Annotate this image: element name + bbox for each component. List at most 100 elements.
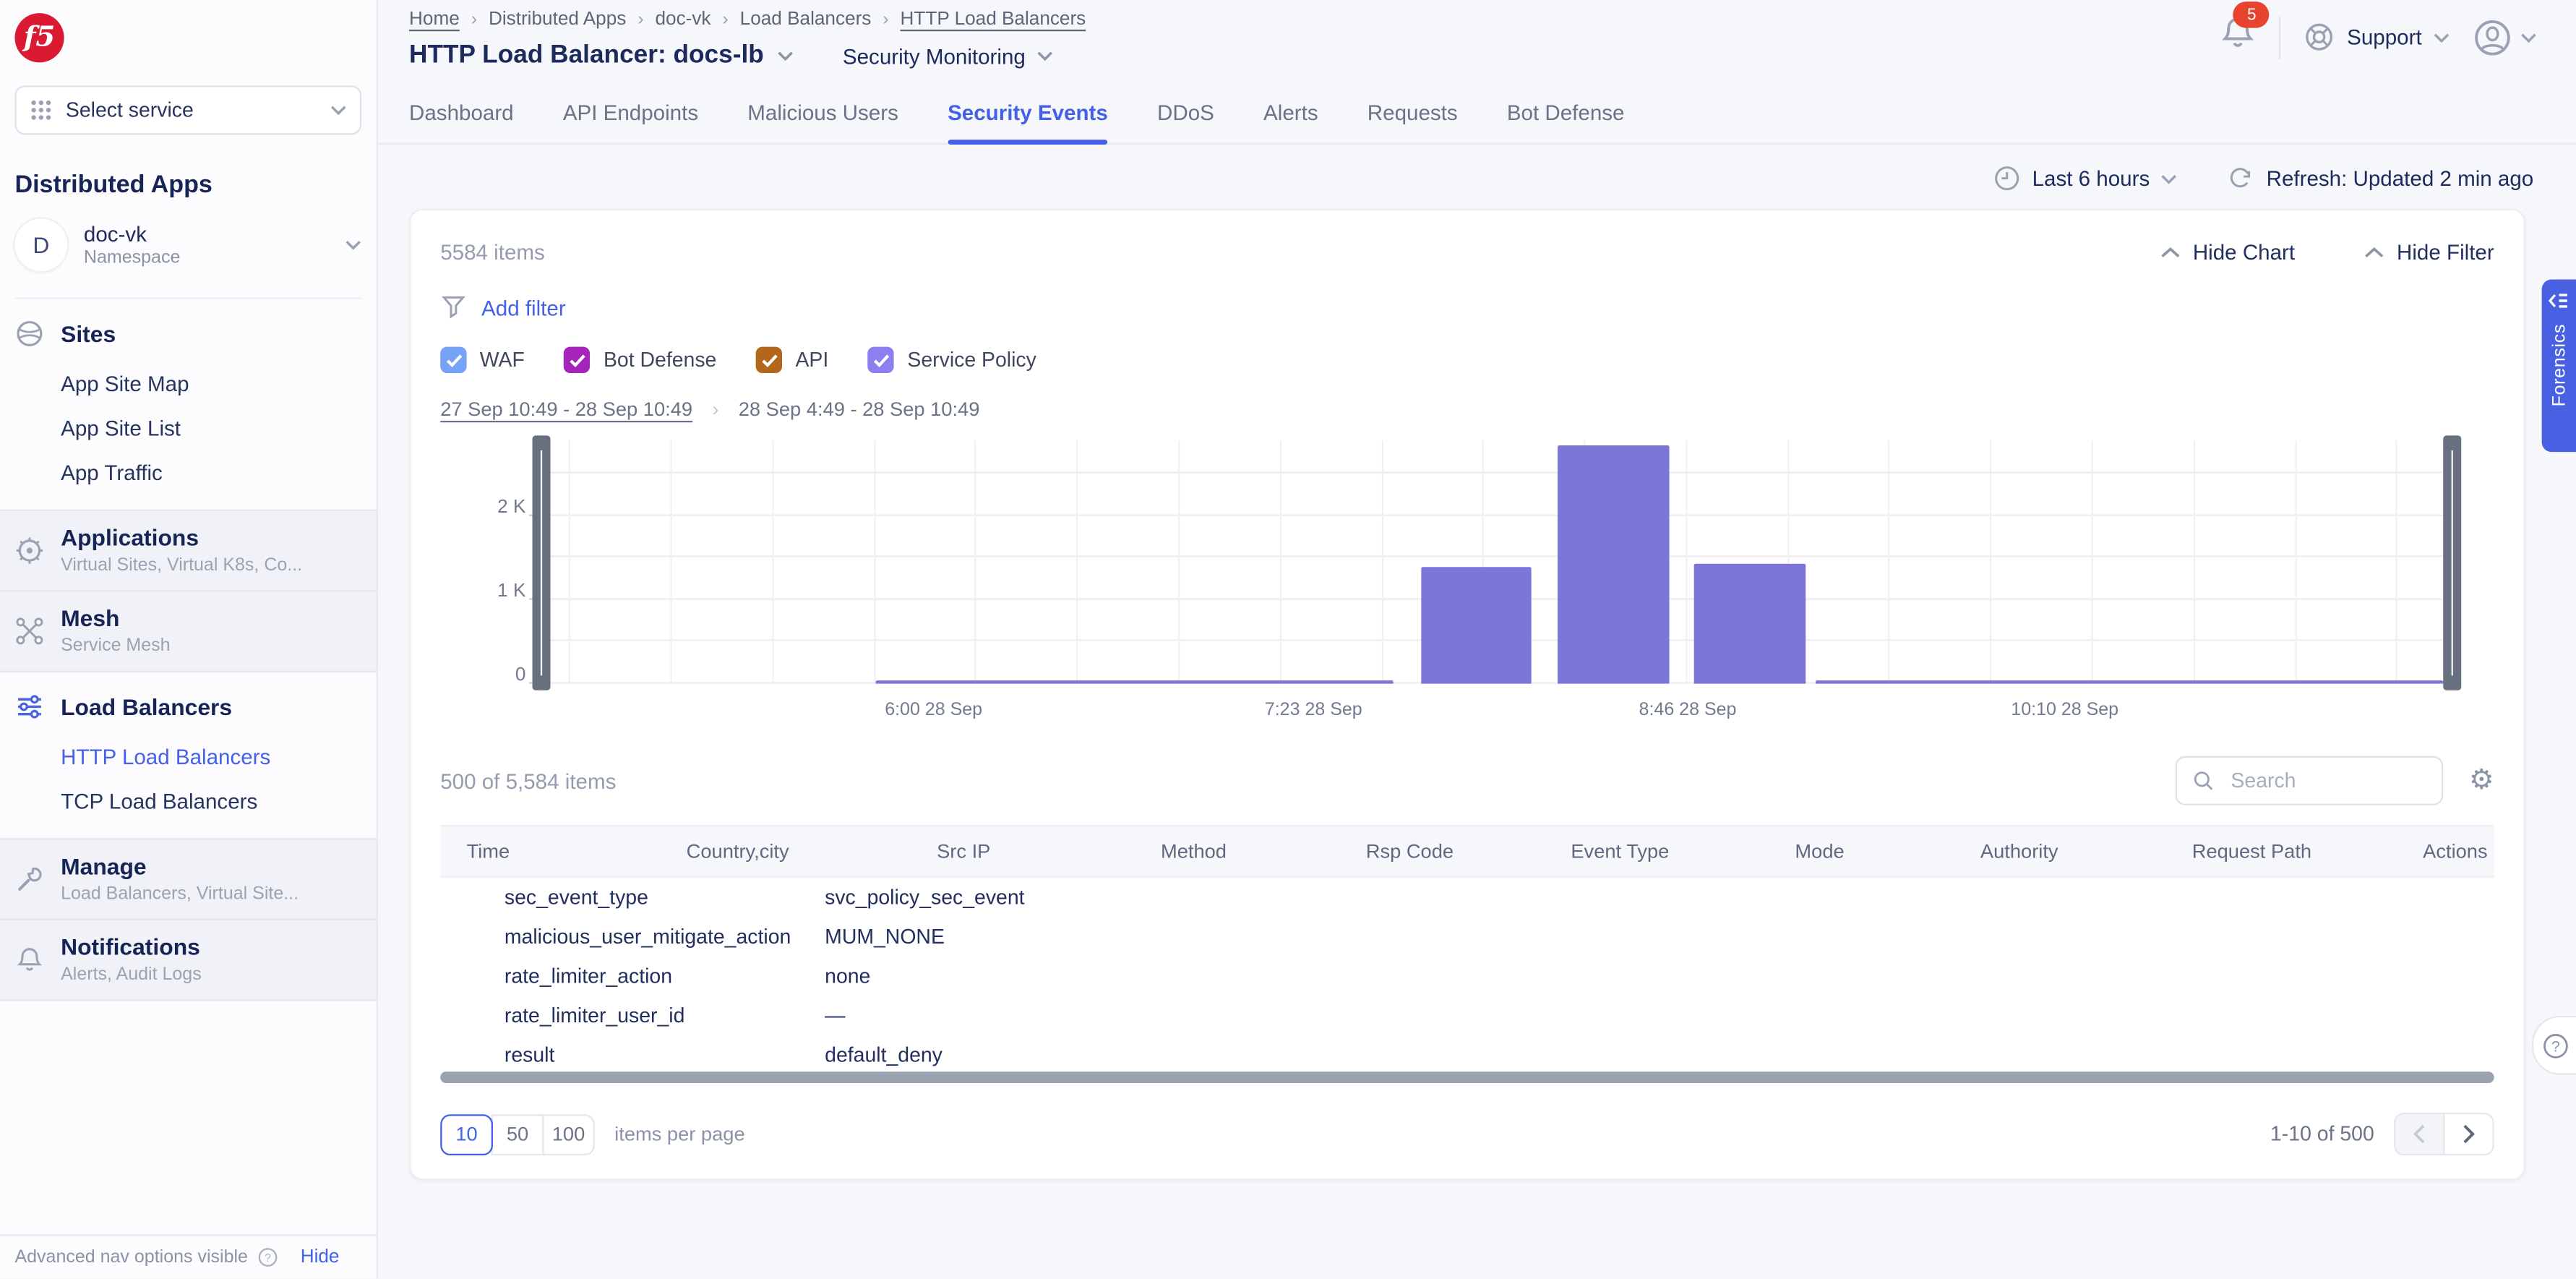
breadcrumb-separator: › — [471, 10, 477, 30]
breadcrumb-item[interactable]: HTTP Load Balancers — [901, 10, 1086, 30]
hide-advanced-nav-link[interactable]: Hide — [301, 1247, 340, 1267]
column-header-method[interactable]: Method — [1083, 840, 1305, 863]
table-search — [2175, 756, 2443, 805]
next-page-button[interactable] — [2445, 1114, 2493, 1154]
chevron-down-icon — [2520, 32, 2537, 42]
column-header-time[interactable]: Time — [467, 840, 631, 863]
full-time-window-link[interactable]: 27 Sep 10:49 - 28 Sep 10:49 — [440, 398, 692, 421]
support-label: Support — [2347, 25, 2422, 49]
page-size-10[interactable]: 10 — [440, 1113, 493, 1155]
search-input[interactable] — [2228, 768, 2426, 794]
table-row[interactable]: sec_event_typesvc_policy_sec_event — [440, 878, 2494, 917]
chart-gridline — [2396, 440, 2397, 683]
sidebar-footer: Advanced nav options visible ? Hide — [0, 1234, 377, 1278]
globe-icon — [14, 319, 44, 348]
view-selector[interactable]: Security Monitoring — [843, 43, 1054, 68]
column-header-actions[interactable]: Actions — [2379, 840, 2494, 863]
checkbox-checked-icon — [440, 347, 466, 373]
chart-baseline-bar[interactable] — [876, 680, 1394, 684]
chart-brush-handle-left[interactable] — [533, 435, 551, 690]
filter-checkbox-waf[interactable]: WAF — [440, 347, 525, 373]
breadcrumb-item[interactable]: Distributed Apps — [489, 10, 626, 30]
time-range-dropdown[interactable]: Last 6 hours — [1993, 164, 2178, 192]
sidebar-item-app-traffic[interactable]: App Traffic — [0, 450, 377, 495]
time-window-row: 27 Sep 10:49 - 28 Sep 10:49 › 28 Sep 4:4… — [440, 398, 2494, 421]
forensics-panel-tab[interactable]: Forensics — [2542, 279, 2576, 452]
sidebar-section-text: ManageLoad Balancers, Virtual Site... — [61, 853, 299, 904]
filter-checkbox-service-policy[interactable]: Service Policy — [868, 347, 1036, 373]
breadcrumb-item[interactable]: Home — [409, 10, 460, 30]
column-header-authority[interactable]: Authority — [1914, 840, 2124, 863]
chart-gridline — [671, 440, 672, 683]
tab-requests[interactable]: Requests — [1368, 100, 1458, 143]
column-header-mode[interactable]: Mode — [1725, 840, 1914, 863]
lifebuoy-icon — [2304, 22, 2335, 53]
breadcrumb-item[interactable]: doc-vk — [656, 10, 711, 30]
pagination-bar: 1050100 items per page 1-10 of 500 — [440, 1113, 2494, 1155]
table-row[interactable]: malicious_user_mitigate_actionMUM_NONE — [440, 917, 2494, 957]
table-row[interactable]: rate_limiter_actionnone — [440, 957, 2494, 996]
column-header-request-path[interactable]: Request Path — [2124, 840, 2379, 863]
notifications-bell-button[interactable]: 5 — [2220, 13, 2257, 61]
sidebar-section-title: Manage — [61, 853, 299, 879]
page-size-100[interactable]: 100 — [542, 1113, 595, 1155]
previous-page-button[interactable] — [2395, 1114, 2444, 1154]
f5-logo-text: f5 — [24, 22, 56, 54]
sidebar-section-notifications[interactable]: NotificationsAlerts, Audit Logs — [0, 919, 377, 1001]
row-value: none — [825, 964, 2494, 988]
select-service-dropdown[interactable]: Select service — [14, 85, 361, 134]
tab-dashboard[interactable]: Dashboard — [409, 100, 514, 143]
table-row[interactable]: resultdefault_deny — [440, 1035, 2494, 1068]
chevron-up-icon — [2364, 246, 2384, 259]
checkbox-checked-icon — [868, 347, 894, 373]
filter-checkbox-bot-defense[interactable]: Bot Defense — [564, 347, 716, 373]
sidebar-section-mesh[interactable]: MeshService Mesh — [0, 590, 377, 672]
sidebar-item-tcp-load-balancers[interactable]: TCP Load Balancers — [0, 779, 377, 823]
hide-chart-button[interactable]: Hide Chart — [2160, 240, 2295, 265]
tab-ddos[interactable]: DDoS — [1157, 100, 1214, 143]
sidebar-item-app-site-map[interactable]: App Site Map — [0, 362, 377, 406]
chart-gridline — [2295, 440, 2296, 683]
checkbox-checked-icon — [564, 347, 590, 373]
column-header-src-ip[interactable]: Src IP — [844, 840, 1083, 863]
namespace-name: doc-vk — [84, 222, 329, 247]
support-menu[interactable]: Support — [2304, 22, 2450, 53]
sidebar-section-load-balancers[interactable]: Load Balancers — [0, 672, 377, 732]
column-header-country-city[interactable]: Country,city — [631, 840, 845, 863]
page-size-50[interactable]: 50 — [491, 1113, 544, 1155]
sidebar-item-http-load-balancers[interactable]: HTTP Load Balancers — [0, 735, 377, 779]
sidebar-section-manage[interactable]: ManageLoad Balancers, Virtual Site... — [0, 838, 377, 920]
table-row[interactable]: rate_limiter_user_id— — [440, 996, 2494, 1036]
horizontal-scrollbar[interactable] — [440, 1071, 2494, 1083]
chart-baseline-bar[interactable] — [1815, 680, 2443, 684]
chevron-down-icon[interactable] — [777, 51, 794, 61]
chart-bar[interactable] — [1558, 445, 1669, 684]
column-header-rsp-code[interactable]: Rsp Code — [1305, 840, 1515, 863]
namespace-selector[interactable]: D doc-vk Namespace — [14, 218, 361, 299]
tab-bot-defense[interactable]: Bot Defense — [1507, 100, 1625, 143]
tab-alerts[interactable]: Alerts — [1263, 100, 1318, 143]
breadcrumb-item[interactable]: Load Balancers — [740, 10, 872, 30]
sidebar-section-sites[interactable]: Sites — [0, 299, 377, 359]
row-value: default_deny — [825, 1043, 2494, 1066]
refresh-button[interactable]: Refresh: Updated 2 min ago — [2227, 164, 2533, 192]
tab-api-endpoints[interactable]: API Endpoints — [563, 100, 698, 143]
table-settings-gear-icon[interactable]: ⚙ — [2469, 766, 2494, 795]
filter-checkbox-api[interactable]: API — [756, 347, 828, 373]
chart-bar[interactable] — [1420, 566, 1532, 683]
chart-gridline — [542, 514, 2451, 516]
tab-malicious-users[interactable]: Malicious Users — [747, 100, 898, 143]
sidebar-item-app-site-list[interactable]: App Site List — [0, 406, 377, 450]
sidebar: f5 Select service Distributed Apps D doc… — [0, 0, 378, 1279]
sidebar-section-items: HTTP Load BalancersTCP Load Balancers — [0, 732, 377, 840]
hide-filter-button[interactable]: Hide Filter — [2364, 240, 2494, 265]
chart-brush-handle-right[interactable] — [2443, 435, 2461, 690]
add-filter-button[interactable]: Add filter — [440, 294, 2494, 320]
divider — [2280, 16, 2281, 59]
column-header-event-type[interactable]: Event Type — [1515, 840, 1725, 863]
load-balancer-icon — [14, 692, 44, 722]
chart-bar[interactable] — [1694, 564, 1806, 684]
tab-security-events[interactable]: Security Events — [948, 100, 1108, 143]
sidebar-section-applications[interactable]: ApplicationsVirtual Sites, Virtual K8s, … — [0, 510, 377, 592]
user-menu[interactable] — [2473, 17, 2537, 57]
